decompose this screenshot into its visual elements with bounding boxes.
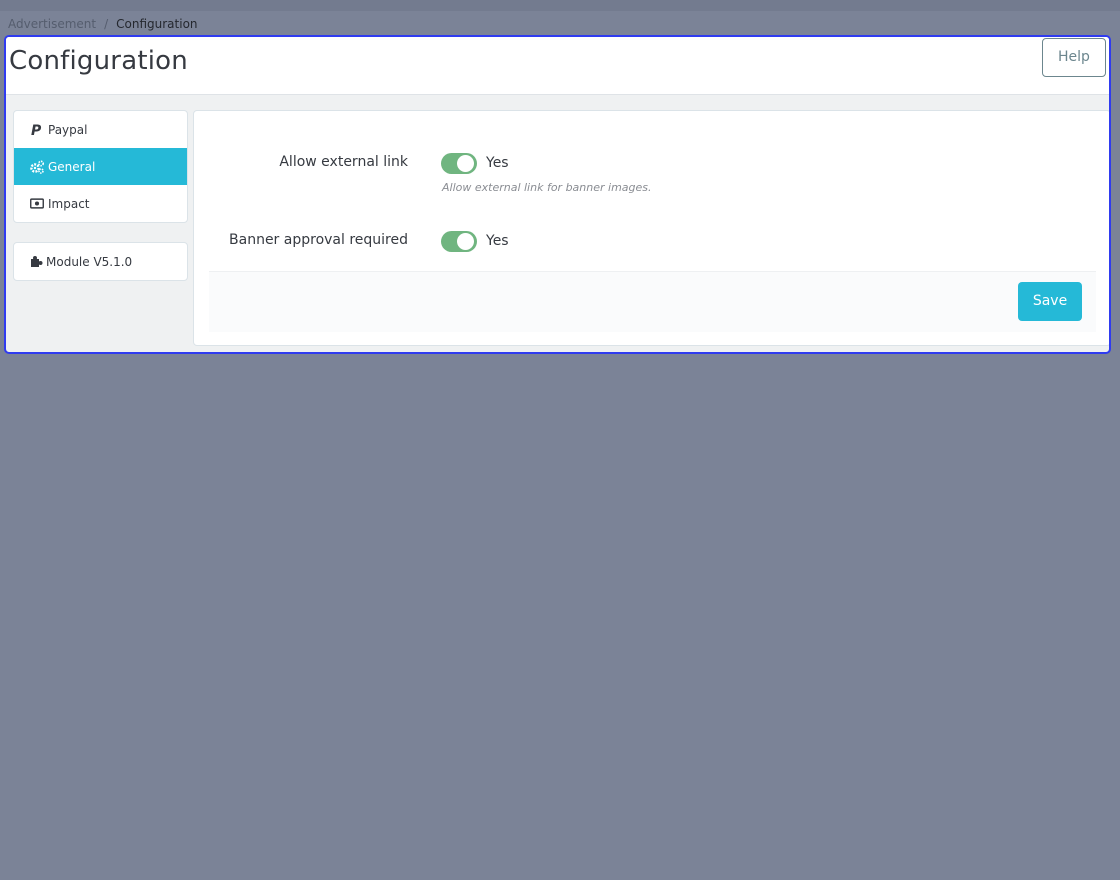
breadcrumb-parent-link[interactable]: Advertisement: [8, 17, 96, 31]
money-bill-icon: [30, 197, 44, 211]
sidebar-item-label: Paypal: [48, 122, 88, 137]
breadcrumb: Advertisement / Configuration: [8, 17, 198, 31]
page-title: Configuration: [9, 46, 188, 76]
field-help-text: Allow external link for banner images.: [442, 181, 652, 194]
allow-external-link-switch[interactable]: [441, 153, 477, 174]
panel-footer: Save: [209, 271, 1096, 332]
sidebar-item-paypal[interactable]: P Paypal: [14, 111, 187, 148]
svg-text:P: P: [31, 123, 42, 136]
switch-knob: [457, 233, 474, 250]
module-version-label: Module V5.1.0: [46, 254, 133, 269]
sidebar-menu: P Paypal General Impact: [13, 110, 188, 223]
page-header: Configuration Help: [6, 37, 1109, 95]
sidebar-item-general[interactable]: General: [14, 148, 187, 185]
switch-value: Yes: [486, 155, 509, 171]
sidebar-item-impact[interactable]: Impact: [14, 185, 187, 222]
field-label: Banner approval required: [229, 232, 408, 248]
module-version: Module V5.1.0: [13, 242, 188, 281]
help-button[interactable]: Help: [1042, 38, 1106, 77]
settings-panel: Allow external link Yes Allow external l…: [193, 110, 1109, 346]
paypal-icon: P: [30, 123, 44, 137]
switch-knob: [457, 155, 474, 172]
switch-value: Yes: [486, 233, 509, 249]
breadcrumb-current: Configuration: [116, 17, 198, 31]
breadcrumb-separator: /: [104, 17, 109, 31]
field-label: Allow external link: [279, 154, 408, 170]
top-strip: [0, 0, 1120, 11]
cogs-icon: [30, 160, 44, 174]
sidebar-item-label: General: [48, 159, 96, 174]
configuration-window: Configuration Help P Paypal General Impa…: [4, 35, 1111, 354]
banner-approval-switch[interactable]: [441, 231, 477, 252]
puzzle-icon: [30, 255, 44, 269]
save-button[interactable]: Save: [1018, 282, 1082, 321]
sidebar-item-label: Impact: [48, 196, 90, 211]
